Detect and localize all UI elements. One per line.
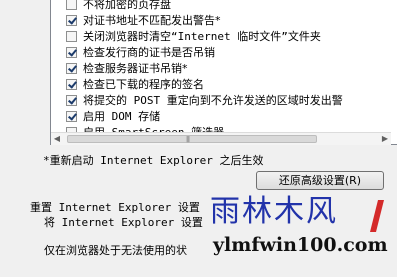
setting-label: 检查发行商的证书是否吊销 — [83, 46, 215, 59]
scrollbar-thumb[interactable]: ||| — [67, 135, 317, 143]
setting-label: 对证书地址不匹配发出警告* — [83, 14, 221, 27]
checkbox[interactable] — [66, 111, 77, 122]
setting-label: 检查已下载的程序的签名 — [83, 78, 204, 91]
grip-icon: ||| — [186, 136, 190, 143]
watermark-url: ylmfwin100.com — [213, 234, 388, 256]
setting-label: 将提交的 POST 重定向到不允许发送的区域时发出警 — [83, 94, 343, 107]
restore-advanced-settings-button[interactable]: 还原高级设置(R) — [256, 171, 384, 190]
reset-section-desc: 将 Internet Explorer 设置 — [44, 216, 203, 229]
checkbox[interactable] — [66, 0, 77, 10]
checkbox[interactable] — [66, 47, 77, 58]
setting-label: 不将加密的页存盘 — [83, 0, 171, 11]
checkbox[interactable] — [66, 63, 77, 74]
checkbox[interactable] — [66, 95, 77, 106]
checkbox[interactable] — [66, 31, 77, 42]
settings-list: 不将加密的页存盘 对证书地址不匹配发出警告* 关闭浏览器时清空“Internet… — [50, 0, 397, 145]
setting-label: 关闭浏览器时清空“Internet 临时文件”文件夹 — [83, 30, 321, 43]
reset-section-title: 重置 Internet Explorer 设置 — [30, 201, 200, 214]
restart-note: *重新启动 Internet Explorer 之后生效 — [43, 154, 264, 167]
setting-label: 启用 DOM 存储 — [83, 110, 161, 123]
horizontal-scrollbar[interactable]: ◀ ||| ▶ — [51, 132, 391, 145]
setting-label: 检查服务器证书吊销* — [83, 62, 188, 75]
watermark-title: 雨林木风 — [210, 194, 338, 229]
checkbox[interactable] — [66, 79, 77, 90]
browser-unusable-note: 仅在浏览器处于无法使用的状 — [44, 244, 187, 257]
scroll-right-arrow-icon[interactable]: ▶ — [379, 133, 391, 145]
watermark-red-mark-icon — [370, 200, 384, 232]
scroll-left-arrow-icon[interactable]: ◀ — [51, 133, 63, 145]
checkbox[interactable] — [66, 15, 77, 26]
